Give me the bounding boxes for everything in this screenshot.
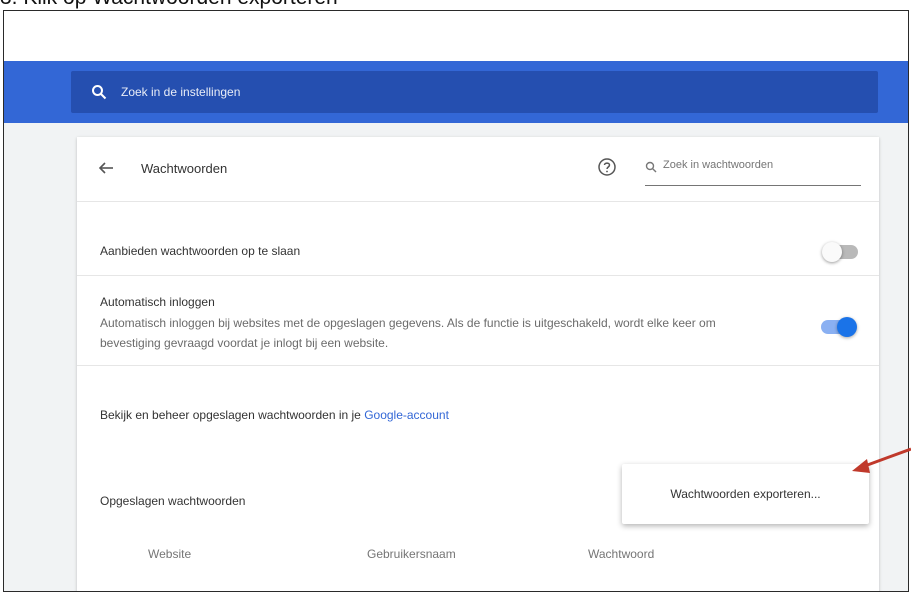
divider (77, 201, 879, 202)
google-account-link[interactable]: Google-account (364, 408, 449, 422)
toggle-knob (822, 242, 842, 262)
more-actions-menu: Wachtwoorden exporteren... (622, 464, 869, 524)
toggle-knob (837, 317, 857, 337)
offer-save-label: Aanbieden wachtwoorden op te slaan (100, 244, 301, 258)
divider (77, 365, 879, 366)
column-header-website: Website (148, 547, 192, 561)
page-header: Wachtwoorden Zoek in wachtwoorden (77, 137, 879, 201)
auto-signin-label: Automatisch inloggen (100, 295, 215, 309)
instruction-caption: 3. Klik op Wachtwoorden exporteren (0, 0, 338, 10)
search-icon (92, 85, 107, 100)
screenshot-frame: Zoek in de instellingen Wachtwoorden Zoe… (3, 10, 909, 592)
auto-signin-description: Automatisch inloggen bij websites met de… (100, 316, 716, 350)
divider (77, 275, 879, 276)
saved-passwords-heading: Opgeslagen wachtwoorden (100, 494, 246, 508)
settings-search-bar[interactable]: Zoek in de instellingen (71, 71, 878, 113)
auto-signin-toggle[interactable] (821, 317, 857, 337)
page-title: Wachtwoorden (141, 161, 228, 176)
help-icon[interactable] (597, 157, 617, 177)
export-passwords-menu-item[interactable]: Wachtwoorden exporteren... (622, 464, 869, 524)
search-icon (645, 161, 657, 173)
column-header-password: Wachtwoord (588, 547, 655, 561)
manage-passwords-text: Bekijk en beheer opgeslagen wachtwoorden… (100, 408, 449, 422)
password-search-placeholder: Zoek in wachtwoorden (663, 159, 774, 171)
password-search-input[interactable]: Zoek in wachtwoorden (645, 159, 861, 186)
offer-save-toggle[interactable] (822, 242, 858, 262)
column-header-username: Gebruikersnaam (367, 547, 456, 561)
settings-search-placeholder: Zoek in de instellingen (121, 85, 241, 99)
red-pointer-arrow (852, 447, 911, 473)
back-arrow-icon[interactable] (97, 159, 115, 177)
manage-text: Bekijk en beheer opgeslagen wachtwoorden… (100, 408, 365, 422)
